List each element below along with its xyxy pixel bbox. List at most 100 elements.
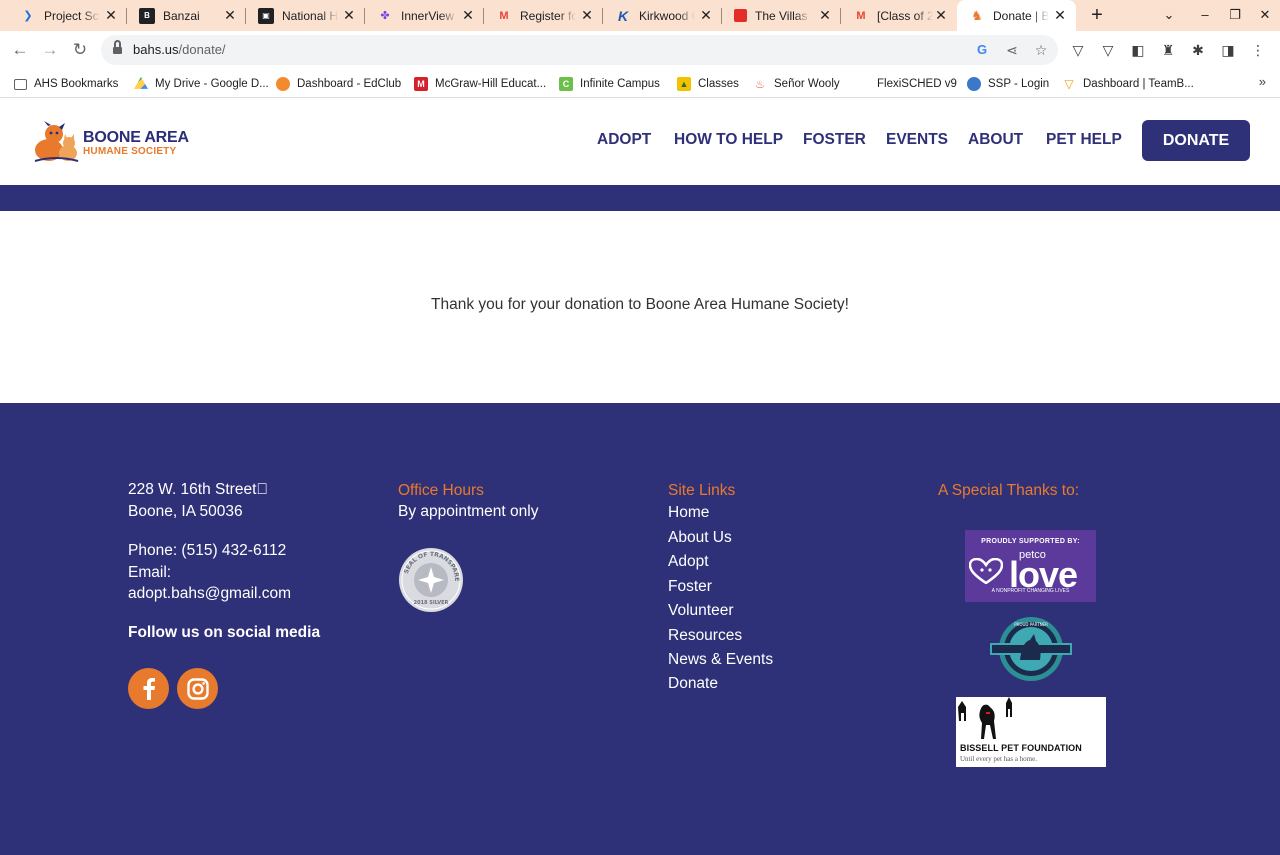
minimize-button[interactable]: – bbox=[1195, 6, 1215, 24]
bissell-name: BISSELL PET FOUNDATION bbox=[960, 743, 1082, 753]
bookmark-ssp[interactable]: SSP - Login bbox=[967, 75, 1049, 93]
bookmark-flexisched[interactable]: FlexiSCHED v9 bbox=[877, 75, 957, 93]
bookmark-ahs[interactable]: AHS Bookmarks bbox=[14, 75, 118, 93]
close-icon[interactable]: ✕ bbox=[933, 7, 949, 23]
share-icon[interactable]: ⋖ bbox=[1003, 41, 1021, 59]
close-icon[interactable]: ✕ bbox=[1052, 7, 1068, 23]
footer-link-news-events[interactable]: News & Events bbox=[668, 651, 773, 669]
tab-title: [Class of 2 bbox=[877, 8, 933, 23]
petco-love-logo[interactable]: PROUDLY SUPPORTED BY: petco love A NONPR… bbox=[965, 530, 1096, 602]
site-header: BOONE AREA HUMANE SOCIETY ADOPT HOW TO H… bbox=[0, 99, 1280, 185]
reload-button[interactable]: ↻ bbox=[68, 39, 92, 61]
donate-button[interactable]: DONATE bbox=[1142, 120, 1250, 161]
bookmarks-overflow-button[interactable]: » bbox=[1259, 74, 1266, 89]
nav-pet-help[interactable]: PET HELP bbox=[1046, 131, 1122, 149]
puzzle-icon[interactable]: ✱ bbox=[1189, 41, 1207, 59]
tab-register[interactable]: M Register fo ✕ bbox=[484, 0, 603, 31]
badge-icon: ▣ bbox=[258, 7, 274, 24]
lock-icon[interactable] bbox=[113, 40, 122, 55]
bookmark-label: Señor Wooly bbox=[774, 78, 840, 90]
bookmark-classes[interactable]: ▲ Classes bbox=[677, 75, 739, 93]
close-icon[interactable]: ✕ bbox=[817, 7, 833, 23]
restore-button[interactable]: ❐ bbox=[1225, 6, 1245, 24]
bookmark-infinite-campus[interactable]: C Infinite Campus bbox=[559, 75, 660, 93]
spy-icon[interactable]: ♜ bbox=[1159, 41, 1177, 59]
tab-national[interactable]: ▣ National H ✕ bbox=[246, 0, 365, 31]
site-footer: 228 W. 16th Street  Boone, IA 50036 Phon… bbox=[0, 403, 1280, 855]
bissell-pet-foundation-logo[interactable]: BISSELL PET FOUNDATION Until every pet h… bbox=[956, 697, 1106, 767]
bookmark-label: Infinite Campus bbox=[580, 78, 660, 90]
infinite-campus-icon: C bbox=[559, 77, 573, 91]
bookmark-edclub[interactable]: Dashboard - EdClub bbox=[276, 75, 401, 93]
sidebar-icon[interactable]: ◨ bbox=[1219, 41, 1237, 59]
tab-kirkwood[interactable]: K Kirkwood C ✕ bbox=[603, 0, 722, 31]
shelter-partner-badge-icon[interactable]: PROUD PARTNER bbox=[990, 616, 1072, 682]
footer-link-adopt[interactable]: Adopt bbox=[668, 553, 709, 571]
star-icon[interactable]: ☆ bbox=[1032, 41, 1050, 59]
petco-bottom-text: A NONPROFIT CHANGING LIVES bbox=[991, 588, 1070, 594]
tab-search-button[interactable]: ⌄ bbox=[1159, 6, 1179, 24]
close-icon[interactable]: ✕ bbox=[341, 7, 357, 23]
close-icon[interactable]: ✕ bbox=[103, 7, 119, 23]
logo-title: BOONE AREA bbox=[83, 129, 189, 146]
tab-project-sch[interactable]: ❯ Project Sch ✕ bbox=[8, 0, 127, 31]
url-text[interactable]: bahs.us/donate/ bbox=[133, 42, 226, 57]
hero-band bbox=[0, 185, 1280, 211]
special-thanks-heading: A Special Thanks to: bbox=[938, 482, 1080, 499]
nav-how-to-help[interactable]: HOW TO HELP bbox=[674, 131, 783, 149]
tab-donate[interactable]: ♞ Donate | B ✕ bbox=[957, 0, 1076, 31]
footer-link-volunteer[interactable]: Volunteer bbox=[668, 602, 734, 620]
tab-title: The Villas bbox=[755, 8, 808, 23]
bookmark-mcgraw[interactable]: M McGraw-Hill Educat... bbox=[414, 75, 546, 93]
google-icon[interactable]: G bbox=[973, 41, 991, 59]
tab-innerview[interactable]: ✤ InnerView ✕ bbox=[365, 0, 484, 31]
back-button[interactable]: ← bbox=[8, 39, 32, 61]
address-bar[interactable]: bahs.us/donate/ G ⋖ ☆ bbox=[101, 35, 1058, 65]
petco-tagline: PROUDLY SUPPORTED BY: bbox=[981, 538, 1080, 545]
badge-text: PROUD PARTNER bbox=[1014, 622, 1048, 627]
bookmark-label: AHS Bookmarks bbox=[34, 78, 119, 90]
bookmark-label: McGraw-Hill Educat... bbox=[435, 78, 547, 90]
transparency-seal-icon[interactable]: SEAL OF TRANSPARENCY 2018 SILVER bbox=[398, 547, 464, 613]
nav-events[interactable]: EVENTS bbox=[886, 131, 948, 149]
email-link[interactable]: adopt.bahs@gmail.com bbox=[128, 583, 291, 605]
url-domain: bahs.us bbox=[133, 42, 179, 57]
close-icon[interactable]: ✕ bbox=[579, 7, 595, 23]
teamb-icon: ▽ bbox=[1064, 77, 1074, 91]
footer-link-donate[interactable]: Donate bbox=[668, 675, 718, 693]
close-icon[interactable]: ✕ bbox=[222, 7, 238, 23]
gmail-icon: M bbox=[499, 9, 509, 22]
address-line1: 228 W. 16th Street  bbox=[128, 481, 269, 498]
banzai-icon: B bbox=[139, 7, 155, 24]
bookmark-drive[interactable]: My Drive - Google D... bbox=[134, 75, 269, 93]
tab-title: Banzai bbox=[163, 8, 200, 23]
menu-icon[interactable]: ⋮ bbox=[1249, 41, 1267, 59]
footer-link-foster[interactable]: Foster bbox=[668, 578, 712, 596]
bookmark-teamb[interactable]: ▽ Dashboard | TeamB... bbox=[1062, 75, 1193, 93]
new-tab-button[interactable]: + bbox=[1086, 4, 1108, 26]
facebook-icon[interactable] bbox=[128, 668, 169, 709]
tab-strip: ❯ Project Sch ✕ B Banzai ✕ ▣ National H … bbox=[0, 0, 1280, 31]
footer-link-resources[interactable]: Resources bbox=[668, 627, 742, 645]
forward-button[interactable]: → bbox=[38, 39, 62, 61]
media-icon[interactable]: ◧ bbox=[1129, 41, 1147, 59]
tab-villas[interactable]: The Villas ✕ bbox=[722, 0, 841, 31]
shield-icon[interactable]: ▽ bbox=[1099, 41, 1117, 59]
nav-adopt[interactable]: ADOPT bbox=[597, 131, 651, 149]
tab-banzai[interactable]: B Banzai ✕ bbox=[127, 0, 246, 31]
tab-class-of[interactable]: M [Class of 2 ✕ bbox=[841, 0, 957, 31]
close-icon[interactable]: ✕ bbox=[698, 7, 714, 23]
bookmark-label: Dashboard - EdClub bbox=[297, 78, 402, 90]
brave-shield-icon[interactable]: ▽ bbox=[1069, 41, 1087, 59]
site-logo[interactable]: BOONE AREA HUMANE SOCIETY bbox=[32, 121, 189, 163]
close-icon[interactable]: ✕ bbox=[460, 7, 476, 23]
footer-link-home[interactable]: Home bbox=[668, 504, 709, 522]
bookmark-senor-wooly[interactable]: ♨ Señor Wooly bbox=[753, 75, 840, 93]
folder-icon bbox=[14, 78, 27, 90]
footer-link-about-us[interactable]: About Us bbox=[668, 529, 732, 547]
nav-foster[interactable]: FOSTER bbox=[803, 131, 866, 149]
tab-title: Donate | B bbox=[993, 8, 1049, 23]
instagram-icon[interactable] bbox=[177, 668, 218, 709]
nav-about[interactable]: ABOUT bbox=[968, 131, 1023, 149]
close-window-button[interactable]: ✕ bbox=[1255, 6, 1275, 24]
